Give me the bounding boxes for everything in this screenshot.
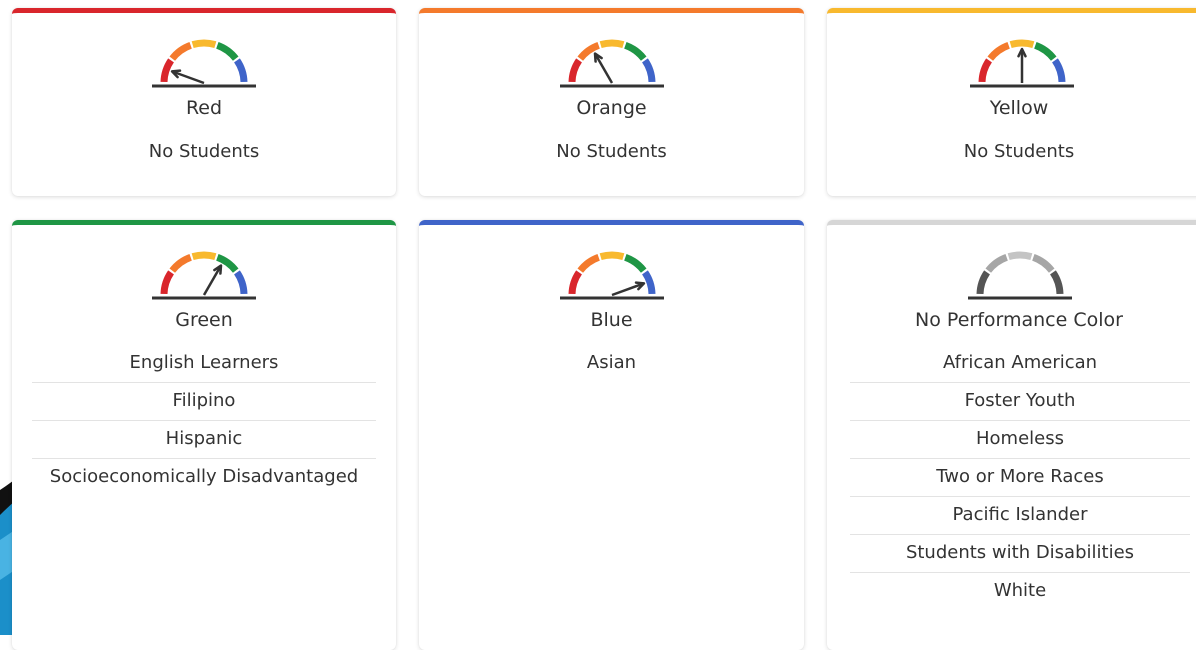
student-group-list: English Learners Filipino Hispanic Socio… <box>32 345 376 496</box>
gauge-blue-icon <box>559 251 664 300</box>
gauge-segment <box>1007 251 1033 261</box>
gauge-segment <box>233 58 248 83</box>
student-group-item: Homeless <box>850 421 1190 459</box>
student-group-item: Hispanic <box>32 421 376 459</box>
no-students-text: No Students <box>148 141 260 162</box>
gauge-segment <box>1049 270 1064 295</box>
gauge-segment <box>576 253 600 273</box>
student-group-list: Asian <box>439 345 784 382</box>
gauge-orange-icon <box>559 39 664 88</box>
gauge-segment <box>1051 58 1066 83</box>
student-group-item: Two or More Races <box>850 459 1190 497</box>
gauge-segment <box>599 251 624 261</box>
gauge-segment <box>169 253 192 273</box>
gauge-needle <box>593 52 613 84</box>
card-color-label: No Performance Color <box>915 309 1123 331</box>
gauge-segment <box>169 41 192 61</box>
student-group-item: African American <box>850 345 1190 383</box>
performance-card-orange: Orange No Students <box>419 8 804 196</box>
performance-card-red: Red No Students <box>12 8 396 196</box>
gauge-segment <box>987 41 1010 61</box>
gauge-segment <box>641 58 655 83</box>
gauge-segment <box>233 270 248 295</box>
gauge-segment <box>641 270 655 295</box>
gauge-yellow-icon <box>970 39 1074 88</box>
gauge-segment <box>191 39 217 49</box>
no-students-text: No Students <box>556 141 667 162</box>
performance-card-green: Green English Learners Filipino Hispanic… <box>12 220 396 650</box>
student-group-list: African American Foster Youth Homeless T… <box>850 345 1190 610</box>
card-color-label: Yellow <box>989 97 1049 119</box>
gauge-green-icon <box>152 251 256 300</box>
gauge-segment <box>599 39 624 49</box>
gauge-needle <box>202 264 223 296</box>
gauge-segment <box>1009 39 1035 49</box>
gauge-red-icon <box>152 39 256 88</box>
student-group-item: Students with Disabilities <box>850 535 1190 573</box>
student-group-item: English Learners <box>32 345 376 383</box>
gauge-gray-icon <box>968 251 1072 300</box>
gauge-segment <box>623 253 647 273</box>
student-group-item: Filipino <box>32 383 376 421</box>
student-group-item: Socioeconomically Disadvantaged <box>49 466 359 487</box>
gauge-segment <box>623 41 647 61</box>
gauge-segment <box>191 251 217 261</box>
card-color-label: Green <box>175 309 233 331</box>
gauge-segment <box>568 270 582 295</box>
gauge-segment <box>216 41 239 61</box>
gauge-segment <box>985 253 1008 273</box>
student-group-item: Pacific Islander <box>850 497 1190 535</box>
card-color-label: Orange <box>576 97 647 119</box>
gauge-segment <box>1034 41 1057 61</box>
card-color-label: Blue <box>590 309 633 331</box>
student-group-item: White <box>993 580 1047 601</box>
performance-card-yellow: Yellow No Students <box>827 8 1196 196</box>
gauge-segment <box>976 270 991 295</box>
gauge-segment <box>160 58 175 83</box>
gauge-segment <box>160 270 175 295</box>
student-group-item: Asian <box>586 352 637 373</box>
card-color-label: Red <box>185 97 223 119</box>
performance-card-no-color: No Performance Color African American Fo… <box>827 220 1196 650</box>
student-group-item: Foster Youth <box>850 383 1190 421</box>
gauge-segment <box>978 58 993 83</box>
gauge-segment <box>1032 253 1055 273</box>
gauge-segment <box>568 58 582 83</box>
performance-card-blue: Blue Asian <box>419 220 804 650</box>
no-students-text: No Students <box>963 141 1075 162</box>
